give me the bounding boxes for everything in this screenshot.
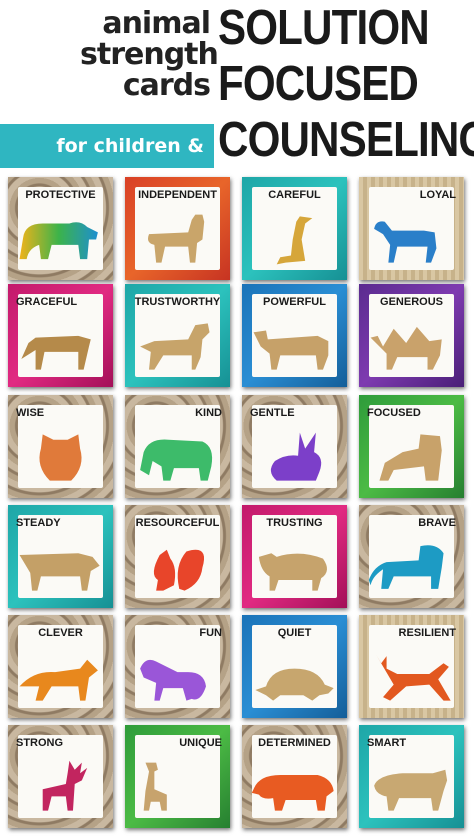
- llama-icon: [133, 205, 222, 274]
- card-resilient: RESILIENT: [359, 615, 464, 718]
- elephant-icon: [133, 423, 222, 492]
- card-label: FUN: [199, 627, 222, 639]
- card-protective: PROTECTIVE: [8, 177, 113, 280]
- card-independent: INDEPENDENT: [125, 177, 230, 280]
- card-gentle: GENTLE: [242, 395, 347, 498]
- card-fun: FUN: [125, 615, 230, 718]
- card-label: GRACEFUL: [16, 296, 78, 308]
- card-label: FOCUSED: [367, 407, 421, 419]
- stag-icon: [16, 753, 105, 822]
- card-label: GENTLE: [250, 407, 295, 419]
- card-kind: KIND: [125, 395, 230, 498]
- card-label: PROTECTIVE: [25, 189, 96, 201]
- turtle-icon: [250, 643, 339, 712]
- card-grid: PROTECTIVE INDEPENDENT CAREFUL LOYAL GRA…: [0, 172, 474, 838]
- subtitle-line-2: strength: [80, 37, 219, 72]
- card-generous: GENEROUS: [359, 284, 464, 387]
- card-label: CLEVER: [38, 627, 83, 639]
- card-label: WISE: [16, 407, 45, 419]
- audience-tag: for children & teens: [0, 124, 214, 201]
- card-loyal: LOYAL: [359, 177, 464, 280]
- card-label: TRUSTING: [266, 517, 323, 529]
- fox-icon: [16, 643, 105, 712]
- card-label: DETERMINED: [258, 737, 331, 749]
- subtitle-block: animal strength cards: [80, 6, 219, 103]
- card-smart: SMART: [359, 725, 464, 828]
- card-label: CAREFUL: [268, 189, 321, 201]
- card-label: UNIQUE: [179, 737, 222, 749]
- title-line-1: SOLUTION: [218, 1, 430, 55]
- deer-icon: [16, 312, 105, 381]
- title-line-2: FOCUSED: [218, 57, 419, 111]
- card-graceful: GRACEFUL: [8, 284, 113, 387]
- card-brave: BRAVE: [359, 505, 464, 608]
- card-careful: CAREFUL: [242, 177, 347, 280]
- card-resourceful: RESOURCEFUL: [125, 505, 230, 608]
- card-unique: UNIQUE: [125, 725, 230, 828]
- rabbit-icon: [250, 423, 339, 492]
- card-label: POWERFUL: [263, 296, 326, 308]
- tiger-icon: [367, 423, 456, 492]
- card-focused: FOCUSED: [359, 395, 464, 498]
- card-strong: STRONG: [8, 725, 113, 828]
- squirrel-icon: [133, 533, 222, 602]
- card-label: RESILIENT: [398, 627, 456, 639]
- card-determined: DETERMINED: [242, 725, 347, 828]
- bear-icon: [16, 205, 105, 274]
- monkey-icon: [133, 643, 222, 712]
- card-powerful: POWERFUL: [242, 284, 347, 387]
- card-clever: CLEVER: [8, 615, 113, 718]
- card-wise: WISE: [8, 395, 113, 498]
- card-steady: STEADY: [8, 505, 113, 608]
- cow-icon: [16, 533, 105, 602]
- antelope-icon: [367, 643, 456, 712]
- card-label: INDEPENDENT: [138, 189, 217, 201]
- sheep-icon: [250, 533, 339, 602]
- card-label: KIND: [195, 407, 222, 419]
- title-block: SOLUTION FOCUSED COUNSELING: [218, 0, 474, 168]
- subtitle-line-1: animal: [102, 6, 211, 41]
- card-label: QUIET: [277, 627, 312, 639]
- card-trusting: TRUSTING: [242, 505, 347, 608]
- camel-icon: [367, 312, 456, 381]
- card-label: TRUSTWORTHY: [134, 296, 221, 308]
- card-label: GENEROUS: [380, 296, 443, 308]
- wolf-icon: [133, 312, 222, 381]
- horse-icon: [367, 205, 456, 274]
- card-trustworthy: TRUSTWORTHY: [125, 284, 230, 387]
- card-label: BRAVE: [418, 517, 456, 529]
- card-label: LOYAL: [419, 189, 456, 201]
- rhino-icon: [250, 753, 339, 822]
- pig-icon: [367, 753, 456, 822]
- title-line-3: COUNSELING: [218, 113, 474, 167]
- card-label: RESOURCEFUL: [135, 517, 220, 529]
- card-quiet: QUIET: [242, 615, 347, 718]
- giraffe-icon: [133, 753, 222, 822]
- card-label: STEADY: [16, 517, 61, 529]
- card-label: SMART: [367, 737, 407, 749]
- meerkat-icon: [250, 205, 339, 274]
- bull-icon: [250, 312, 339, 381]
- lion-icon: [367, 533, 456, 602]
- subtitle-line-3: cards: [122, 68, 211, 103]
- owl-icon: [16, 423, 105, 492]
- card-label: STRONG: [16, 737, 64, 749]
